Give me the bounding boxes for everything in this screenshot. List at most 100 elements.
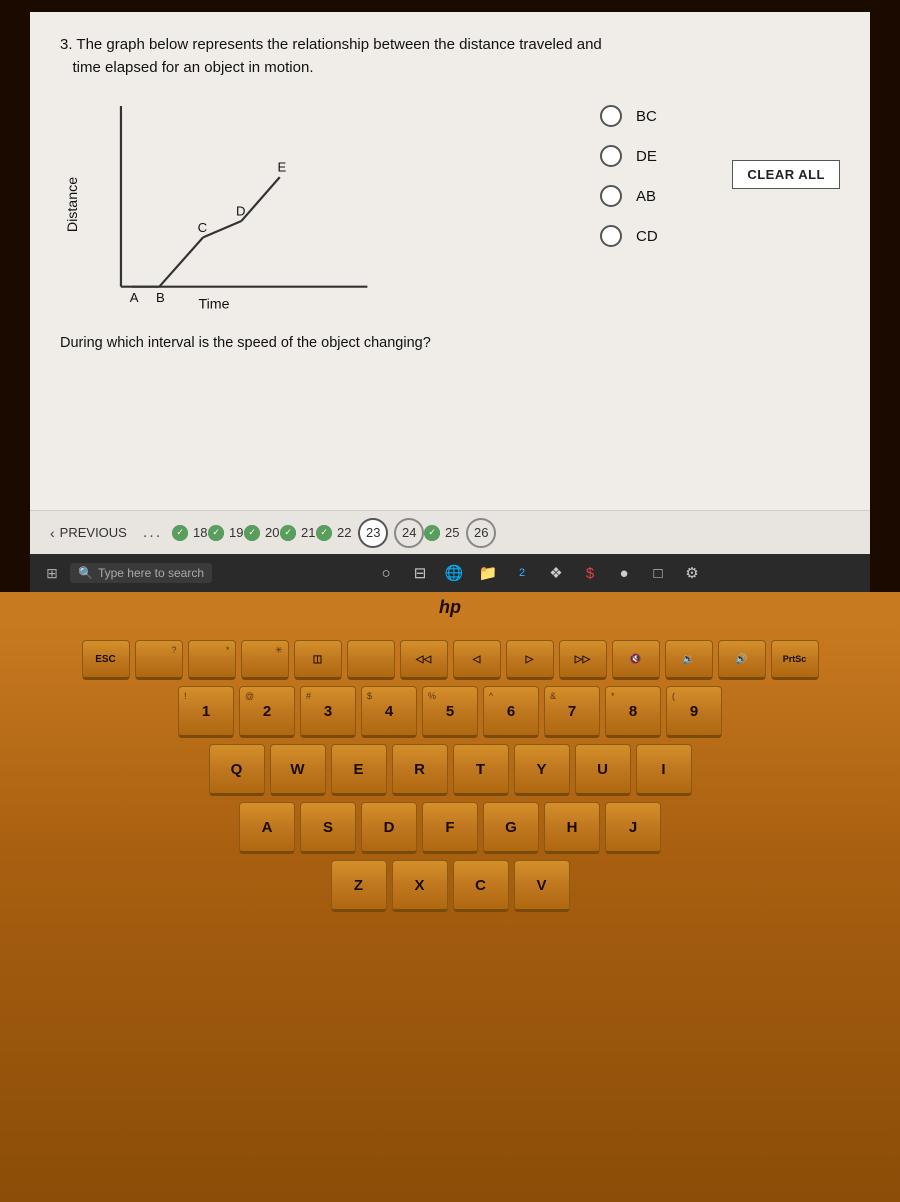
key-d[interactable]: D bbox=[361, 802, 417, 854]
taskbar-dropbox-icon[interactable]: ❖ bbox=[542, 559, 570, 587]
key-f1[interactable]: ? bbox=[135, 640, 183, 680]
key-r[interactable]: R bbox=[392, 744, 448, 796]
key-f7[interactable]: ◁ bbox=[453, 640, 501, 680]
key-8[interactable]: *8 bbox=[605, 686, 661, 738]
x-axis-label: Time bbox=[199, 297, 230, 313]
point-a: A bbox=[130, 290, 139, 305]
taskbar-file-icon[interactable]: 📁 bbox=[474, 559, 502, 587]
nav-num-23[interactable]: 23 bbox=[358, 518, 388, 548]
check-icon-18: ✓ bbox=[172, 525, 188, 541]
nav-num-24[interactable]: 24 bbox=[394, 518, 424, 548]
key-c[interactable]: C bbox=[453, 860, 509, 912]
key-t[interactable]: T bbox=[453, 744, 509, 796]
screen-bezel: 3. The graph below represents the relati… bbox=[0, 0, 900, 592]
taskbar-blank-icon[interactable]: □ bbox=[644, 559, 672, 587]
taskbar-cortana-icon[interactable]: ○ bbox=[372, 559, 400, 587]
start-button[interactable]: ⊞ bbox=[38, 559, 66, 587]
key-w[interactable]: W bbox=[270, 744, 326, 796]
point-c: C bbox=[198, 220, 207, 235]
question-number: 3. bbox=[60, 36, 73, 53]
search-icon: 🔍 bbox=[78, 566, 93, 580]
key-f12[interactable]: 🔊 bbox=[718, 640, 766, 680]
nav-num-18-text: 18 bbox=[193, 525, 207, 540]
option-de[interactable]: DE bbox=[600, 145, 658, 167]
key-f9[interactable]: ▷▷ bbox=[559, 640, 607, 680]
key-i[interactable]: I bbox=[636, 744, 692, 796]
key-z[interactable]: Z bbox=[331, 860, 387, 912]
search-bar[interactable]: 🔍 Type here to search bbox=[70, 563, 212, 583]
taskbar-chrome-icon[interactable]: ● bbox=[610, 559, 638, 587]
taskbar-center: ○ ⊟ 🌐 📁 2 ❖ $ ● □ ⚙ bbox=[216, 559, 862, 587]
key-e[interactable]: E bbox=[331, 744, 387, 796]
key-f3[interactable]: ✳ bbox=[241, 640, 289, 680]
key-6[interactable]: ^6 bbox=[483, 686, 539, 738]
nav-num-18[interactable]: ✓ 18 bbox=[178, 518, 208, 548]
key-5[interactable]: %5 bbox=[422, 686, 478, 738]
previous-button[interactable]: ‹ PREVIOUS bbox=[50, 525, 127, 541]
nav-num-26-text: 26 bbox=[474, 525, 488, 540]
point-b: B bbox=[156, 290, 165, 305]
taskbar-badge-icon[interactable]: 2 bbox=[508, 559, 536, 587]
taskbar-view-icon[interactable]: ⊟ bbox=[406, 559, 434, 587]
check-icon-25: ✓ bbox=[424, 525, 440, 541]
key-j[interactable]: J bbox=[605, 802, 661, 854]
key-u[interactable]: U bbox=[575, 744, 631, 796]
search-text: Type here to search bbox=[98, 566, 204, 580]
option-de-circle[interactable] bbox=[600, 145, 622, 167]
question-line1: The graph below represents the relations… bbox=[76, 36, 601, 53]
option-bc[interactable]: BC bbox=[600, 105, 658, 127]
key-1[interactable]: !1 bbox=[178, 686, 234, 738]
key-a[interactable]: A bbox=[239, 802, 295, 854]
key-f6[interactable]: ◁◁ bbox=[400, 640, 448, 680]
key-7[interactable]: &7 bbox=[544, 686, 600, 738]
key-f11[interactable]: 🔉 bbox=[665, 640, 713, 680]
key-f[interactable]: F bbox=[422, 802, 478, 854]
nav-num-21[interactable]: ✓ 21 bbox=[286, 518, 316, 548]
key-f2[interactable]: * bbox=[188, 640, 236, 680]
navigation-bar: ‹ PREVIOUS ... ✓ 18 ✓ 19 ✓ 20 ✓ 21 bbox=[30, 510, 870, 554]
key-s[interactable]: S bbox=[300, 802, 356, 854]
key-esc[interactable]: ESC bbox=[82, 640, 130, 680]
key-f10[interactable]: 🔇 bbox=[612, 640, 660, 680]
taskbar-edge-icon[interactable]: 🌐 bbox=[440, 559, 468, 587]
nav-num-19[interactable]: ✓ 19 bbox=[214, 518, 244, 548]
option-de-label: DE bbox=[636, 148, 657, 165]
nav-num-25-text: 25 bbox=[445, 525, 459, 540]
nav-num-22[interactable]: ✓ 22 bbox=[322, 518, 352, 548]
option-ab[interactable]: AB bbox=[600, 185, 658, 207]
key-prtsc[interactable]: PrtSc bbox=[771, 640, 819, 680]
nav-num-25[interactable]: ✓ 25 bbox=[430, 518, 460, 548]
asdf-row: A S D F G H J bbox=[28, 802, 872, 854]
hp-logo-strip: hp bbox=[0, 592, 900, 622]
option-bc-circle[interactable] bbox=[600, 105, 622, 127]
key-f8[interactable]: ▷ bbox=[506, 640, 554, 680]
key-h[interactable]: H bbox=[544, 802, 600, 854]
key-2[interactable]: @2 bbox=[239, 686, 295, 738]
key-4[interactable]: $4 bbox=[361, 686, 417, 738]
taskbar: ⊞ 🔍 Type here to search ○ ⊟ 🌐 📁 2 ❖ $ ● … bbox=[30, 554, 870, 592]
fn-row: ESC ? * ✳ ◫ ◁◁ ◁ ▷ ▷▷ 🔇 🔉 🔊 PrtSc bbox=[28, 640, 872, 680]
key-y[interactable]: Y bbox=[514, 744, 570, 796]
key-f4[interactable]: ◫ bbox=[294, 640, 342, 680]
nav-num-24-text: 24 bbox=[402, 525, 416, 540]
option-cd[interactable]: CD bbox=[600, 225, 658, 247]
option-ab-circle[interactable] bbox=[600, 185, 622, 207]
nav-num-26[interactable]: 26 bbox=[466, 518, 496, 548]
taskbar-dollar-icon[interactable]: $ bbox=[576, 559, 604, 587]
taskbar-settings-icon[interactable]: ⚙ bbox=[678, 559, 706, 587]
key-v[interactable]: V bbox=[514, 860, 570, 912]
key-x[interactable]: X bbox=[392, 860, 448, 912]
option-cd-circle[interactable] bbox=[600, 225, 622, 247]
hp-logo: hp bbox=[439, 597, 461, 618]
key-f5[interactable] bbox=[347, 640, 395, 680]
key-q[interactable]: Q bbox=[209, 744, 265, 796]
question-line2: time elapsed for an object in motion. bbox=[73, 59, 314, 76]
question-area: 3. The graph below represents the relati… bbox=[30, 12, 870, 361]
key-g[interactable]: G bbox=[483, 802, 539, 854]
key-9[interactable]: (9 bbox=[666, 686, 722, 738]
check-icon-21: ✓ bbox=[280, 525, 296, 541]
y-axis-label: Distance bbox=[65, 177, 81, 232]
nav-num-20[interactable]: ✓ 20 bbox=[250, 518, 280, 548]
clear-all-button[interactable]: CLEAR ALL bbox=[732, 160, 840, 189]
key-3[interactable]: #3 bbox=[300, 686, 356, 738]
